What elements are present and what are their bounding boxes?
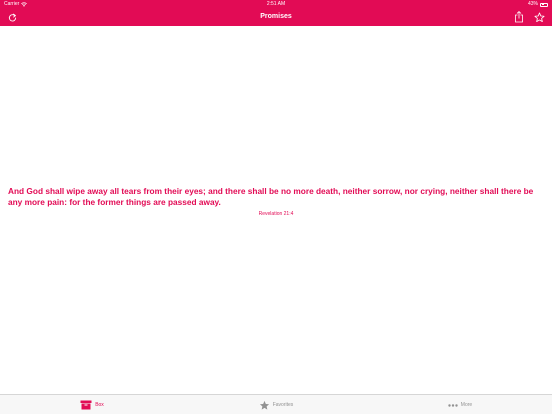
header: Carrier 2:51 AM 43% Promises — [0, 0, 552, 26]
verse-reference: Revelation 21:4 — [258, 211, 294, 217]
status-bar: Carrier 2:51 AM 43% — [0, 0, 552, 9]
page-title: Promises — [260, 13, 292, 20]
promise-content: And God shall wipe away all tears from t… — [0, 26, 552, 394]
tab-favorites-label: Favorites — [272, 402, 294, 408]
tab-box-label: Box — [95, 402, 104, 408]
battery-percent: 43% — [527, 1, 538, 7]
favorite-button[interactable] — [533, 11, 545, 23]
tab-box[interactable]: Box — [0, 395, 184, 414]
nav-bar: Promises — [0, 9, 552, 26]
tab-more[interactable]: More — [368, 395, 552, 414]
battery-fill — [541, 4, 545, 5]
star-icon — [259, 400, 269, 410]
tab-more-label: More — [460, 402, 473, 408]
star-outline-icon — [534, 12, 544, 22]
share-button[interactable] — [513, 11, 525, 23]
share-icon — [515, 11, 523, 23]
verse-text: And God shall wipe away all tears from t… — [8, 186, 534, 207]
battery-icon — [540, 2, 548, 7]
status-right: 43% — [528, 0, 548, 9]
tab-favorites[interactable]: Favorites — [184, 395, 368, 414]
status-time: 2:51 AM — [266, 1, 286, 7]
more-dots-icon — [448, 403, 458, 407]
app-screen: Carrier 2:51 AM 43% Promises And God sha… — [0, 0, 552, 414]
box-icon — [80, 400, 92, 410]
tab-bar: Box Favorites More — [0, 394, 552, 414]
